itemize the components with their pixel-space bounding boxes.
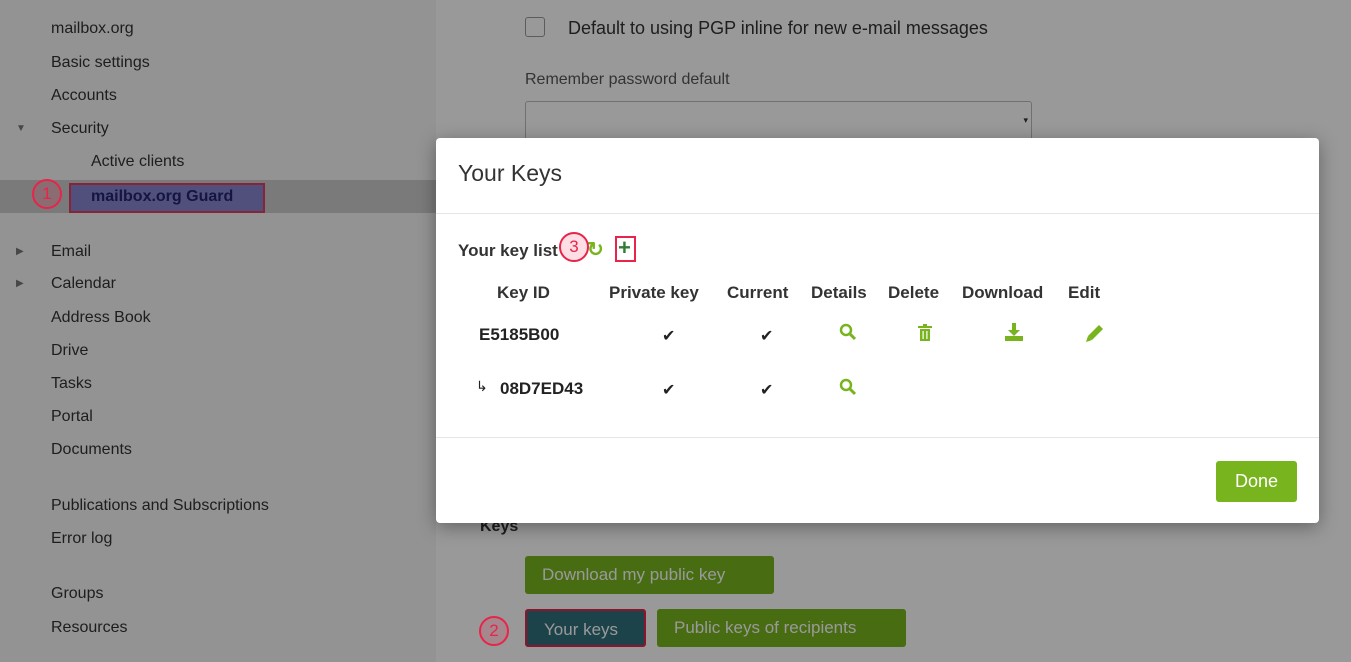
column-header-delete: Delete: [888, 283, 940, 302]
column-header-edit: Edit: [1068, 283, 1101, 302]
key-id-cell: E5185B00: [479, 325, 560, 344]
column-header-private-key: Private key: [609, 283, 699, 302]
column-header-download: Download: [962, 283, 1044, 302]
subkey-arrow-icon: ↳: [476, 378, 488, 394]
divider: [436, 213, 1319, 214]
trash-icon[interactable]: [918, 324, 932, 346]
private-key-check-icon: ✔: [662, 328, 676, 345]
done-button[interactable]: Done: [1216, 461, 1297, 502]
step-marker-3: 3: [559, 232, 589, 262]
plus-icon: +: [618, 235, 631, 260]
search-icon[interactable]: [839, 323, 857, 346]
pencil-icon[interactable]: [1086, 324, 1104, 347]
dialog-title: Your Keys: [458, 160, 562, 186]
column-header-details: Details: [811, 283, 867, 302]
current-check-icon: ✔: [760, 328, 774, 345]
key-list-label: Your key list: [458, 241, 558, 260]
column-header-current: Current: [727, 283, 789, 302]
private-key-check-icon: ✔: [662, 382, 676, 399]
step-marker-1: 1: [32, 179, 62, 209]
current-check-icon: ✔: [760, 382, 774, 399]
column-header-key-id: Key ID: [497, 283, 550, 302]
search-icon[interactable]: [839, 378, 857, 401]
key-id-cell: 08D7ED43: [500, 379, 584, 398]
divider: [436, 437, 1319, 438]
download-icon[interactable]: [1004, 323, 1024, 346]
refresh-icon[interactable]: ↻: [587, 237, 604, 262]
add-key-button[interactable]: +: [615, 235, 636, 262]
step-marker-2: 2: [479, 616, 509, 646]
your-keys-dialog: Your Keys Your key list ↻ + Key ID Priva…: [436, 138, 1319, 523]
